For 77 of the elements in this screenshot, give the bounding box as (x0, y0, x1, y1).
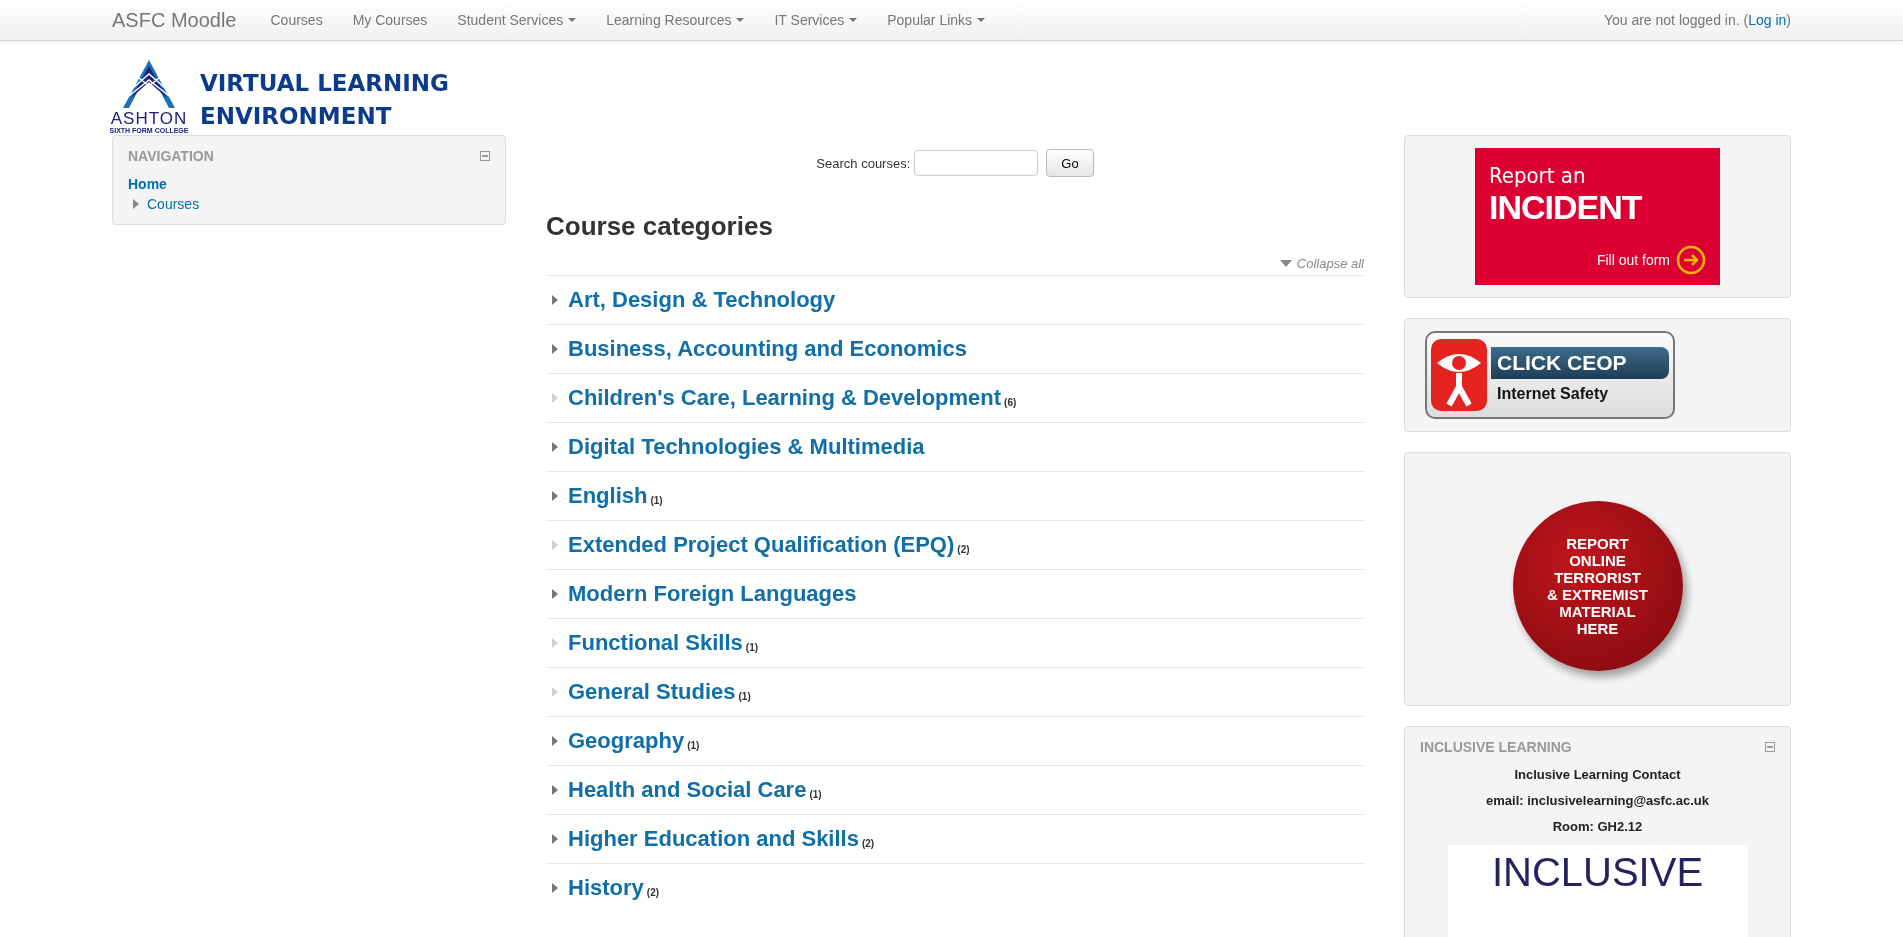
category-link[interactable]: Art, Design & Technology (568, 287, 836, 313)
site-title: VIRTUAL LEARNING (200, 69, 449, 98)
banner-text: Internet Safety (1496, 384, 1610, 403)
login-status-text: ) (1786, 12, 1791, 28)
category-link[interactable]: Children's Care, Learning & Development (568, 385, 1002, 411)
eye-figure-icon (1431, 339, 1487, 411)
contact-text: Room: GH2.12 (1551, 819, 1644, 834)
category-link[interactable]: Business, Accounting and Economics (568, 336, 967, 362)
course-count: (1) (809, 788, 822, 800)
expand-icon[interactable] (552, 883, 558, 893)
search-label: Search courses: (816, 155, 911, 171)
banner-headline: INCIDENT (1489, 188, 1644, 226)
ceop-banner[interactable]: CLICK CEOP Internet Safety (1425, 331, 1675, 419)
course-count: (2) (861, 837, 875, 849)
course-count: (6) (1004, 396, 1017, 408)
category-link[interactable]: Geography (568, 728, 685, 754)
block-title: INCLUSIVE LEARNING (1420, 739, 1572, 755)
menu-link[interactable]: My Courses (352, 12, 428, 28)
collapse-icon[interactable] (1765, 742, 1775, 752)
home-link[interactable]: Home (128, 176, 490, 192)
expand-icon[interactable] (552, 344, 558, 354)
course-count: (1) (650, 494, 663, 506)
site-brand-link[interactable]: ASFC Moodle (112, 8, 237, 32)
badge-text: TERRORIST (1554, 569, 1641, 586)
menu-link[interactable]: Learning Resources (606, 12, 745, 28)
badge-text: REPORT (1566, 535, 1629, 552)
banner-headline: CLICK CEOP (1491, 347, 1669, 379)
badge-text: HERE (1576, 620, 1619, 637)
nav-tree-link[interactable]: Courses (147, 196, 200, 212)
category-link[interactable]: Functional Skills (568, 630, 743, 656)
category-link[interactable]: History (568, 875, 644, 901)
login-status-text: You are not logged in. ( (1603, 12, 1749, 28)
login-link[interactable]: Log in (1748, 12, 1787, 28)
expand-icon[interactable] (552, 295, 558, 305)
banner-text: Report an (1489, 164, 1587, 188)
expand-icon[interactable] (552, 834, 558, 844)
banner-text: Fill out form (1596, 252, 1670, 268)
category-link[interactable]: Health and Social Care (568, 777, 807, 803)
report-terrorism-badge[interactable]: REPORT ONLINE TERRORIST & EXTREMIST MATERIAL HERE (1512, 501, 1683, 671)
badge-text: ONLINE (1569, 552, 1626, 569)
category-link[interactable]: English (568, 483, 648, 509)
collapse-all-link[interactable]: Collapse all (1279, 256, 1364, 271)
expand-icon[interactable] (133, 199, 139, 209)
contact-text: Inclusive Learning Contact (1513, 767, 1682, 782)
menu-link[interactable]: Student Services (457, 12, 577, 28)
course-count: (2) (646, 886, 660, 898)
category-link[interactable]: Modern Foreign Languages (568, 581, 857, 607)
category-link[interactable]: Digital Technologies & Multimedia (568, 434, 925, 460)
course-count: (2) (957, 543, 970, 555)
contact-text: email: inclusivelearning@asfc.ac.uk (1485, 793, 1710, 808)
menu-link[interactable]: Courses (270, 12, 323, 28)
expand-icon[interactable] (552, 442, 558, 452)
category-link[interactable]: Extended Project Qualification (EPQ) (568, 532, 955, 558)
course-count: (1) (687, 739, 700, 751)
expand-icon[interactable] (552, 785, 558, 795)
block-title: NAVIGATION (128, 148, 214, 164)
go-button[interactable]: Go (1046, 149, 1094, 177)
search-field[interactable] (914, 150, 1039, 176)
arrow-circle-icon (1676, 245, 1706, 275)
page-heading: Course categories (546, 211, 774, 242)
menu-link[interactable]: IT Services (774, 12, 858, 28)
report-incident-banner[interactable]: Report an INCIDENT Fill out form (1475, 148, 1720, 285)
badge-text: & EXTREMIST (1547, 586, 1648, 603)
site-title: ENVIRONMENT (200, 102, 393, 131)
expand-icon[interactable] (552, 589, 558, 599)
category-link[interactable]: General Studies (568, 679, 736, 705)
college-name: ASHTON (110, 110, 188, 127)
poster-text: INCLUSIVE (1491, 851, 1704, 893)
expand-icon[interactable] (552, 736, 558, 746)
menu-link[interactable]: Popular Links (887, 12, 986, 28)
category-link[interactable]: Higher Education and Skills (568, 826, 859, 852)
course-count: (1) (745, 641, 759, 653)
badge-text: MATERIAL (1559, 603, 1636, 620)
expand-icon[interactable] (552, 491, 558, 501)
course-count: (1) (738, 690, 751, 702)
collapse-icon (1279, 260, 1292, 267)
collapse-icon[interactable] (480, 151, 490, 161)
